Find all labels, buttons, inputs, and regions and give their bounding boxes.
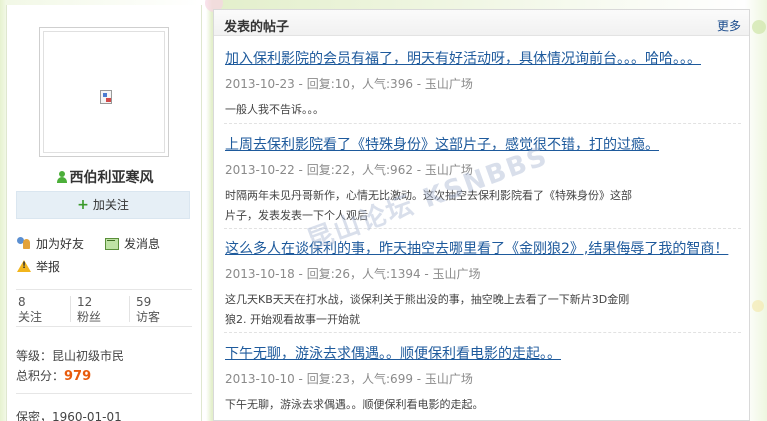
post-meta: 2013-10-10 - 回复:23，人气:699 - 玉山广场 <box>225 372 473 386</box>
user-level: 等级：昆山初级市民 <box>16 349 125 363</box>
add-friend-label: 加为好友 <box>36 237 85 251</box>
message-icon <box>104 236 120 250</box>
posts-panel-header: 发表的帖子 更多 <box>214 10 749 36</box>
report-label: 举报 <box>36 260 61 274</box>
post-divider <box>224 123 741 124</box>
send-message-link[interactable]: 发消息 <box>104 235 160 252</box>
stat-divider <box>129 296 130 322</box>
post-title-link[interactable]: 这么多人在谈保利的事，昨天抽空去哪里看了《金刚狼2》,结果侮辱了我的智商！ <box>225 238 740 258</box>
more-link[interactable]: 更多 <box>717 17 741 34</box>
follow-button[interactable]: + 加关注 <box>16 191 190 219</box>
post-item: 下午无聊，游泳去求偶遇。。顺便保利看电影的走起。。 2013-10-10 - 回… <box>225 343 740 415</box>
decorative-flower <box>752 300 764 312</box>
friends-icon <box>16 236 32 250</box>
score-label: 总积分： <box>16 369 65 383</box>
post-meta: 2013-10-23 - 回复:10，人气:396 - 玉山广场 <box>225 77 473 91</box>
stat-count: 12 <box>77 295 93 309</box>
username-text: 西伯利亚寒风 <box>69 170 154 186</box>
broken-image-icon <box>100 90 112 104</box>
add-friend-link[interactable]: 加为好友 <box>16 235 84 252</box>
stat-divider <box>70 296 71 322</box>
profile-sidebar: 西伯利亚寒风 +加关注 加为好友 发消息 举报 8 关注 12 粉丝 59 访客… <box>6 5 202 421</box>
profile-stats: 8 关注 12 粉丝 59 访客 <box>16 289 192 327</box>
post-meta: 2013-10-18 - 回复:26，人气:1394 - 玉山广场 <box>225 267 481 281</box>
warning-icon <box>16 259 32 273</box>
birth-info: 保密，1960-01-01 <box>16 410 122 421</box>
stat-label: 粉丝 <box>77 310 102 324</box>
avatar[interactable] <box>39 27 169 157</box>
post-title-link[interactable]: 下午无聊，游泳去求偶遇。。顺便保利看电影的走起。。 <box>225 343 740 363</box>
post-excerpt: 一般人我不告诉。。。 <box>225 103 324 116</box>
post-divider <box>224 228 741 229</box>
stat-count: 8 <box>18 295 26 309</box>
report-link[interactable]: 举报 <box>16 258 60 275</box>
stat-label: 关注 <box>18 310 43 324</box>
post-divider <box>224 332 741 333</box>
score-value: 979 <box>64 369 92 384</box>
post-item: 加入保利影院的会员有福了，明天有好活动呀，具体情况询前台。。。哈哈。。。 201… <box>225 48 740 120</box>
follow-label: 加关注 <box>92 198 129 212</box>
post-excerpt: 这几天KB天天在打水战，谈保利关于熊出没的事，抽空晚上去看了一下新片3D金刚狼2… <box>225 293 630 326</box>
stat-following[interactable]: 8 关注 <box>18 295 42 325</box>
username[interactable]: 西伯利亚寒风 <box>7 167 203 187</box>
stat-fans[interactable]: 12 粉丝 <box>77 295 101 325</box>
stat-count: 59 <box>136 295 152 309</box>
stat-visitors[interactable]: 59 访客 <box>136 295 160 325</box>
user-score: 总积分：979 <box>16 367 91 384</box>
stat-label: 访客 <box>136 310 161 324</box>
posts-panel-title: 发表的帖子 <box>224 20 290 35</box>
post-title-link[interactable]: 加入保利影院的会员有福了，明天有好活动呀，具体情况询前台。。。哈哈。。。 <box>225 48 740 68</box>
decorative-flower <box>752 20 766 34</box>
post-item: 这么多人在谈保利的事，昨天抽空去哪里看了《金刚狼2》,结果侮辱了我的智商！ 20… <box>225 238 740 330</box>
plus-icon: + <box>77 197 89 213</box>
send-message-label: 发消息 <box>124 237 161 251</box>
post-excerpt: 下午无聊，游泳去求偶遇。。顺便保利看电影的走起。 <box>225 398 484 411</box>
user-icon <box>56 171 67 183</box>
divider <box>16 393 192 394</box>
posts-panel: 发表的帖子 更多 加入保利影院的会员有福了，明天有好活动呀，具体情况询前台。。。… <box>213 9 750 421</box>
avatar-image <box>43 31 165 153</box>
post-title-link[interactable]: 上周去保利影院看了《特殊身份》这部片子，感觉很不错，打的过瘾。 <box>225 134 740 154</box>
